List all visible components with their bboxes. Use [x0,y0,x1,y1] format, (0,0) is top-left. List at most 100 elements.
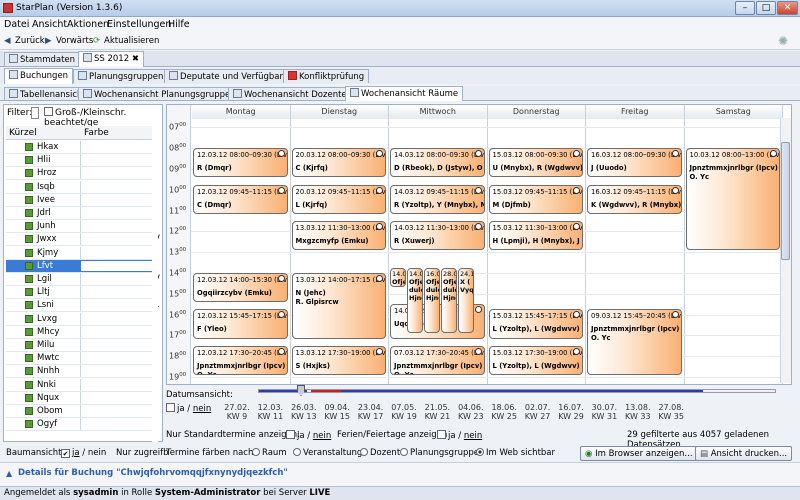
week-tick[interactable]: 21.05. KW 21 [424,403,451,421]
booking-event[interactable]: 16.03.12 08:00–09:30 (Lfvt) J (Uuodo) [587,148,682,178]
info-icon[interactable] [376,186,383,194]
booking-event[interactable]: 12.03.12 09:45–11:15 (Lfvt) C (Dmqr) [193,184,288,214]
date-slider[interactable] [258,389,776,393]
room-color[interactable] [80,418,154,431]
info-icon[interactable] [277,311,285,319]
tab-wochenansicht-planungsgruppen[interactable]: Wochenansicht Planungsgruppen [78,87,241,100]
week-tick[interactable]: 27.02. KW 9 [224,403,250,421]
room-color[interactable] [80,167,154,180]
info-icon[interactable] [474,306,482,314]
booking-event[interactable]: 15.03.12 08:00–09:30 (Lfvt) U (Mnybx), R … [488,148,583,178]
info-icon[interactable] [474,150,482,158]
room-color[interactable] [80,365,154,378]
refresh-button[interactable]: Aktualisieren [104,36,159,46]
room-color[interactable] [80,207,154,219]
booking-event[interactable]: 20.03.12 08:00–09:30 (Lfvt) C (Kjrfq) [291,148,386,178]
overlap-event[interactable]: 24.12X ( Vyqxn [458,267,474,334]
booking-event[interactable]: 15.03.12 15:45–17:15 (Lfvt) L (Yzoltp), L… [488,309,583,339]
booking-event[interactable]: 14.03.12 08:00–09:30 (Lfvt) D (Rbeok), D … [390,148,485,178]
list-item[interactable]: Jdrls [6,207,158,220]
overlap-event[interactable]: 16.03.Ofje dule Hjne [424,267,440,334]
info-icon[interactable] [474,222,482,230]
slider-handle[interactable] [297,385,305,396]
booking-event[interactable]: 14.03.12 11:30–13:00 (Lfvt) R (Xuwerj) [390,220,485,251]
filter-input[interactable] [31,107,39,119]
info-icon[interactable] [277,186,285,194]
booking-event[interactable]: 14.03.12 09:45–11:15 (Lfvt) R (Yzoltp), Y… [390,184,485,214]
list-item[interactable]: Kjmys [6,246,158,260]
browser-button[interactable]: ◉ Im Browser anzeigen... [580,446,698,461]
room-color[interactable] [80,193,154,206]
room-color[interactable] [80,220,154,233]
radio-circle[interactable] [360,448,368,456]
info-icon[interactable] [671,186,679,194]
room-color[interactable] [80,259,154,272]
menu-aktionen[interactable]: Aktionen [67,19,109,30]
list-item[interactable]: Hrozs [6,167,158,181]
checkbox-box[interactable] [437,430,446,439]
list-item[interactable]: Oboms [6,405,158,418]
case-sensitive-checkbox[interactable]: Groß-/Kleinschr. beachtet/ge [44,107,163,128]
list-item[interactable]: LsniL [6,299,159,313]
booking-event[interactable]: 16.03.12 09:45–11:15 (Lfvt) K (Wgdwvv), R… [587,184,682,214]
checkbox-checked[interactable]: ✔ [61,449,70,458]
room-color[interactable] [80,312,154,325]
info-icon[interactable] [277,347,285,355]
room-color[interactable] [80,352,154,365]
list-item[interactable]: LgilV [6,273,160,286]
minimize-button[interactable]: – [735,1,755,15]
list-item[interactable]: Hliis [6,154,158,168]
collapse-icon[interactable]: ▲ [6,469,12,478]
room-color[interactable] [80,246,154,259]
booking-event[interactable]: 13.03.12 14:00–17:15 (Lfvt) N (Jehc) R. Gl… [291,272,386,339]
col-farbe[interactable]: Farbe [84,128,109,138]
booking-event[interactable]: 20.03.12 09:45–11:15 (Lfvt) L (Kjrfq) [291,184,386,214]
radio-circle[interactable] [293,448,301,456]
list-item[interactable]: Junhs [6,220,158,234]
menu-einstellungen[interactable]: Einstellungen [107,19,171,30]
forward-button[interactable]: Vorwärts [56,36,93,46]
radio-circle-selected[interactable] [476,448,484,456]
room-color[interactable] [80,391,154,404]
radio-im-web[interactable]: Im Web sichtbar [476,448,555,458]
info-icon[interactable] [277,274,285,282]
list-item[interactable]: JwxxV [6,233,160,247]
info-icon[interactable] [671,311,679,319]
radio-dozent[interactable]: Dozent [360,448,400,458]
info-icon[interactable] [573,222,580,230]
list-item[interactable]: Milus [6,339,158,352]
room-color[interactable] [80,180,154,193]
list-item[interactable]: Mhcys [6,325,158,339]
room-color[interactable] [80,273,154,285]
menu-datei[interactable]: Datei [4,19,29,30]
list-item[interactable]: Lvxgs [6,312,158,326]
booking-event[interactable]: 10.03.12 08:00–13:00 (Lfvt) Jpnztmmxjnrlb… [685,148,780,251]
list-item[interactable]: Nnhhs [6,365,158,379]
info-icon[interactable] [671,150,679,158]
list-item[interactable]: Nnkis [6,378,158,392]
overlap-event[interactable]: 28.03.Ofje dule Hjne [441,267,457,334]
week-tick[interactable]: 18.06. KW 25 [491,403,517,421]
week-tick[interactable]: 23.04. KW 17 [358,403,384,421]
booking-event[interactable]: 15.03.12 09:45–11:15 (Lfvt) M (Djfmb) [488,184,583,214]
close-tab-icon[interactable]: ✖ [132,54,139,64]
room-color[interactable] [80,378,154,391]
details-title[interactable]: Details für Buchung "Chwjqfohrvomqqjfxny… [18,468,288,478]
room-color[interactable] [80,141,154,153]
tab-stammdaten[interactable]: Stammdaten [4,52,81,66]
info-icon[interactable] [474,186,482,194]
maximize-button[interactable]: □ [756,1,776,15]
booking-event[interactable]: 13.03.12 11:30–13:00 (Lfvt) Mxgzcmyfp (Em… [291,220,386,251]
radio-planungsgruppe[interactable]: Planungsgruppe [400,448,479,458]
list-item[interactable]: LfvtV [6,259,160,273]
week-tick[interactable]: 04.06. KW 23 [458,403,484,421]
week-tick[interactable]: 13.08. KW 33 [625,403,651,421]
week-tick[interactable]: 27.08. KW 35 [658,403,684,421]
booking-event[interactable]: 09.03.12 15:45–20:45 (Lfvt) Jpnztmmxjnrlb… [587,309,682,375]
room-color[interactable] [80,405,154,417]
week-tick[interactable]: 30.07. KW 31 [591,403,618,421]
back-button[interactable]: Zurück [15,36,45,46]
col-kuerzel[interactable]: Kürzel [9,128,37,138]
room-color[interactable] [80,233,154,246]
list-item[interactable]: Mwtcs [6,352,158,366]
